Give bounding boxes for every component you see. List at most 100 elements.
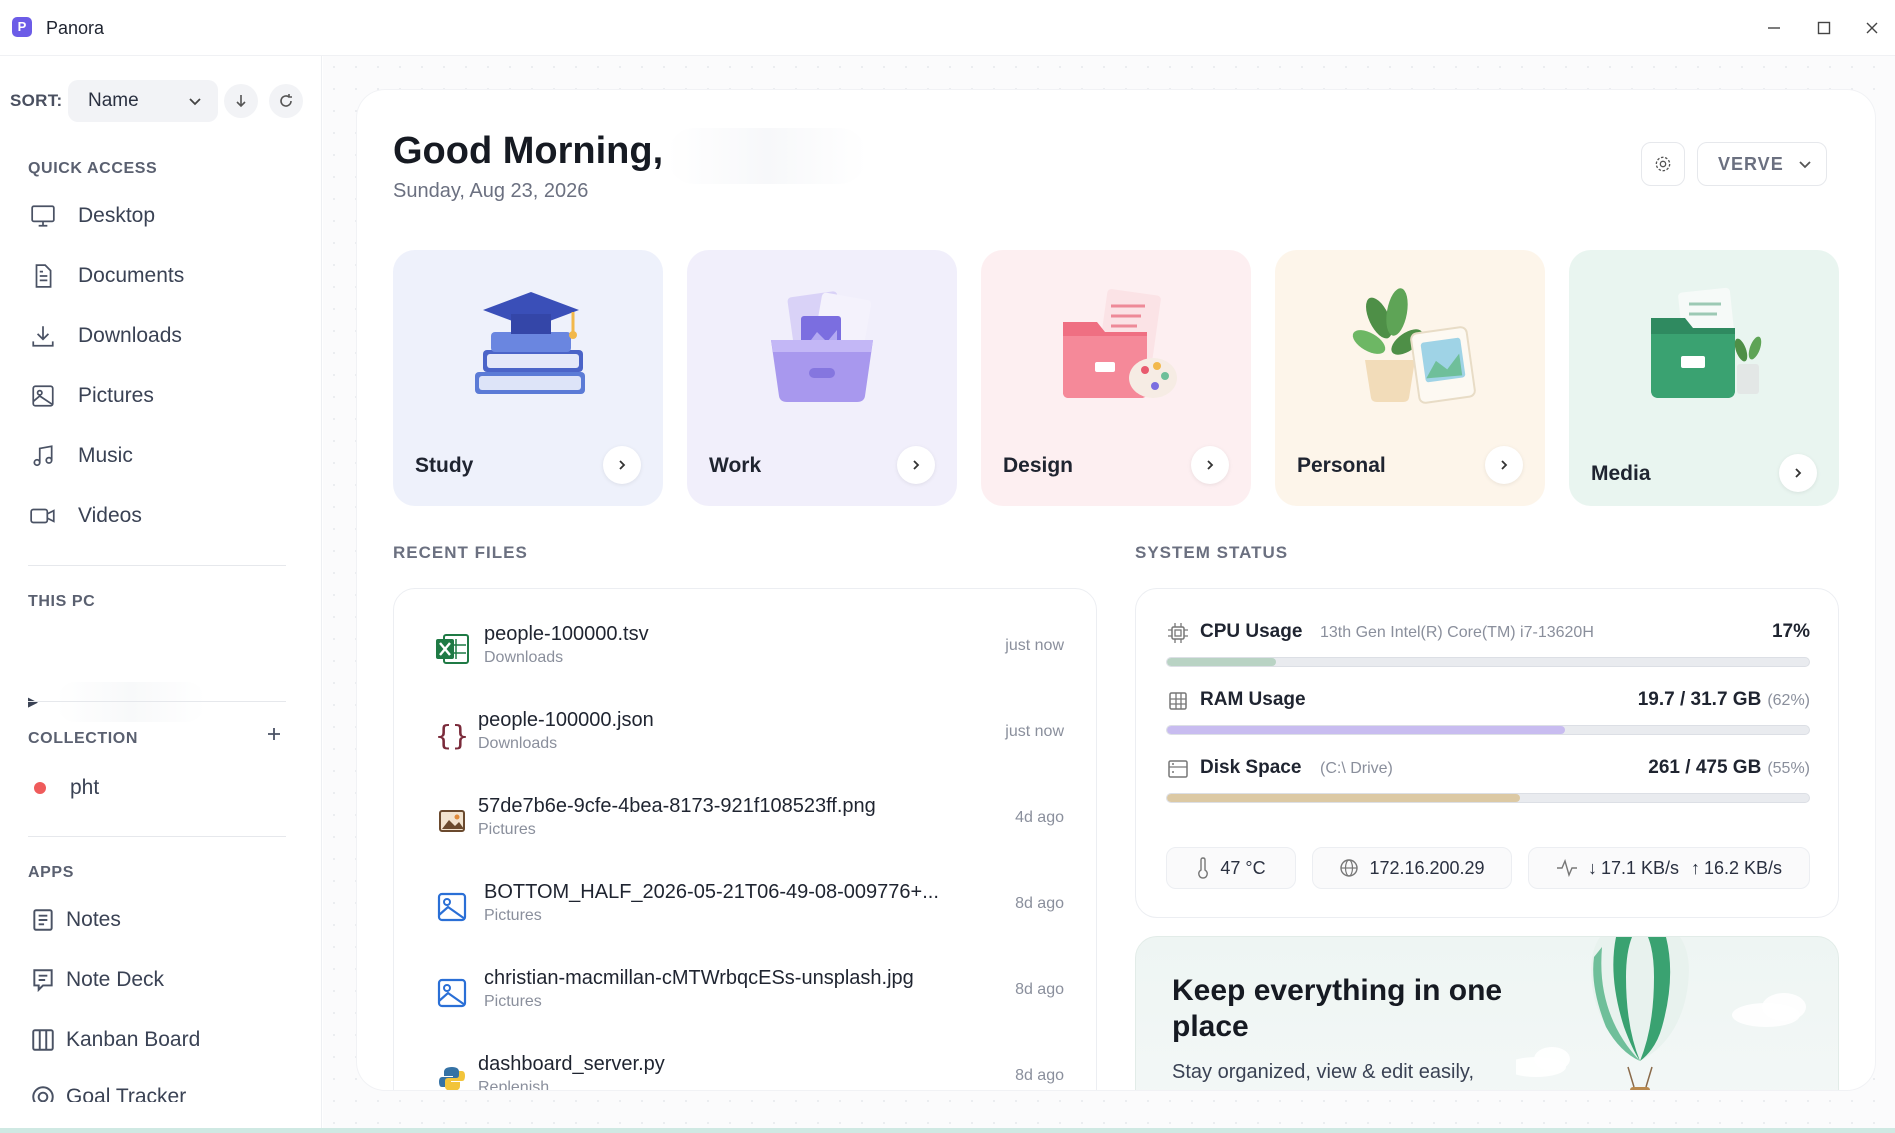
sidebar-item-music[interactable]: Music bbox=[28, 438, 133, 474]
this-pc-drive[interactable]: ▶ bbox=[28, 682, 206, 722]
sidebar-item-label: Music bbox=[78, 444, 133, 467]
promo-subtitle: Stay organized, view & edit easily, bbox=[1172, 1061, 1475, 1083]
minimize-button[interactable] bbox=[1760, 14, 1788, 42]
sort-direction-button[interactable] bbox=[224, 84, 258, 118]
app-logo: P bbox=[12, 17, 32, 37]
cpu-value: 17% bbox=[1771, 621, 1810, 642]
file-location: Pictures bbox=[478, 821, 536, 838]
sidebar-item-label: Documents bbox=[78, 264, 185, 287]
file-location: Downloads bbox=[484, 649, 564, 666]
refresh-icon bbox=[280, 94, 292, 107]
settings-button[interactable] bbox=[1641, 142, 1685, 186]
file-location: Replenish bbox=[478, 1079, 550, 1090]
sort-select[interactable]: Name bbox=[68, 80, 218, 122]
excel-icon bbox=[434, 631, 470, 667]
app-item-kanban-board[interactable]: Kanban Board bbox=[28, 1022, 200, 1058]
globe-icon bbox=[1339, 858, 1359, 878]
file-time: just now bbox=[1005, 723, 1064, 740]
greeting: Good Morning, bbox=[393, 130, 664, 172]
app-item-goal-tracker[interactable]: Goal Tracker bbox=[28, 1082, 186, 1102]
app-item-label: Goal Tracker bbox=[66, 1085, 187, 1102]
disk-progress-fill bbox=[1167, 794, 1521, 802]
category-card-study[interactable]: Study bbox=[393, 250, 663, 506]
note-deck-icon bbox=[28, 965, 58, 995]
file-row[interactable]: christian-macmillan-cMTWrbqcESs-unsplash… bbox=[434, 963, 1064, 1023]
disk-label: Disk Space bbox=[1200, 757, 1302, 778]
category-card-media[interactable]: Media bbox=[1569, 250, 1839, 506]
chevron-down-icon bbox=[189, 98, 201, 106]
chevron-right-icon bbox=[619, 460, 626, 470]
sidebar-item-label: Pictures bbox=[78, 384, 154, 407]
divider bbox=[28, 701, 286, 702]
file-location: Pictures bbox=[484, 907, 542, 924]
arrow-down-icon bbox=[236, 95, 246, 108]
sidebar-item-pictures[interactable]: Pictures bbox=[28, 378, 154, 414]
category-open-button[interactable] bbox=[603, 446, 641, 484]
sidebar-item-downloads[interactable]: Downloads bbox=[28, 318, 182, 354]
sidebar-item-videos[interactable]: Videos bbox=[28, 498, 142, 534]
file-name: 57de7b6e-9cfe-4bea-8173-921f108523ff.png bbox=[478, 795, 876, 817]
arrow-down-icon: ↓ bbox=[1587, 857, 1597, 878]
graduation-books-icon bbox=[475, 292, 585, 394]
thermometer-icon bbox=[1196, 857, 1210, 879]
work-box-icon bbox=[771, 291, 873, 402]
category-open-button[interactable] bbox=[897, 446, 935, 484]
sidebar-item-desktop[interactable]: Desktop bbox=[28, 198, 155, 234]
file-row[interactable]: people-100000.tsv Downloads just now bbox=[434, 619, 1064, 679]
category-card-work[interactable]: Work bbox=[687, 250, 957, 506]
refresh-button[interactable] bbox=[269, 84, 303, 118]
category-open-button[interactable] bbox=[1191, 446, 1229, 484]
divider bbox=[28, 836, 286, 837]
category-label: Media bbox=[1591, 462, 1651, 485]
sidebar-item-label: Downloads bbox=[78, 324, 182, 347]
maximize-icon bbox=[1817, 21, 1831, 35]
file-time: 8d ago bbox=[1015, 1067, 1064, 1084]
bottom-accent-line bbox=[0, 1128, 1895, 1133]
promo-title: Keep everything in one place bbox=[1172, 974, 1503, 1043]
temperature-value: 47 °C bbox=[1220, 857, 1266, 878]
video-icon bbox=[28, 501, 58, 531]
category-card-design[interactable]: Design bbox=[981, 250, 1251, 506]
category-card-personal[interactable]: Personal bbox=[1275, 250, 1545, 506]
add-collection-button[interactable] bbox=[262, 722, 286, 746]
sidebar-item-documents[interactable]: Documents bbox=[28, 258, 184, 294]
promo-banner: Keep everything in one place Stay organi… bbox=[1135, 936, 1839, 1090]
gear-icon bbox=[1655, 156, 1671, 172]
category-label: Personal bbox=[1297, 454, 1386, 477]
document-icon bbox=[28, 261, 58, 291]
close-button[interactable] bbox=[1858, 14, 1886, 42]
chevron-right-icon bbox=[913, 460, 920, 470]
collection-item-pht[interactable]: pht bbox=[28, 770, 99, 806]
ram-usage-row: RAM Usage 19.7 / 31.7 GB (62%) bbox=[1166, 687, 1810, 747]
file-name: BOTTOM_HALF_2026-05-21T06-49-08-009776+.… bbox=[484, 881, 939, 903]
file-name: christian-macmillan-cMTWrbqcESs-unsplash… bbox=[484, 967, 914, 989]
category-label: Work bbox=[709, 454, 762, 477]
file-time: just now bbox=[1005, 637, 1064, 654]
file-name: dashboard_server.py bbox=[478, 1053, 665, 1075]
arrow-up-icon: ↑ bbox=[1691, 857, 1700, 878]
category-open-button[interactable] bbox=[1485, 446, 1523, 484]
app-item-note-deck[interactable]: Note Deck bbox=[28, 962, 164, 998]
file-row[interactable]: {} people-100000.json Downloads just now bbox=[434, 705, 1064, 765]
cpu-progress-fill bbox=[1167, 658, 1277, 666]
recent-files-list: people-100000.tsv Downloads just now {} … bbox=[393, 588, 1097, 1090]
this-pc-title: THIS PC bbox=[28, 593, 96, 610]
image-icon bbox=[28, 381, 58, 411]
file-location: Downloads bbox=[478, 735, 558, 752]
app-title: Panora bbox=[46, 18, 105, 38]
category-open-button[interactable] bbox=[1779, 454, 1817, 492]
ram-label: RAM Usage bbox=[1200, 689, 1306, 710]
png-icon bbox=[434, 803, 470, 839]
maximize-button[interactable] bbox=[1810, 14, 1838, 42]
file-row[interactable]: 57de7b6e-9cfe-4bea-8173-921f108523ff.png… bbox=[434, 791, 1064, 851]
plant-photo-icon bbox=[1352, 288, 1476, 404]
ram-progress-bar bbox=[1166, 725, 1810, 735]
file-time: 8d ago bbox=[1015, 981, 1064, 998]
theme-select[interactable]: VERVE bbox=[1697, 142, 1827, 186]
file-row[interactable]: dashboard_server.py Replenish 8d ago bbox=[434, 1049, 1064, 1090]
file-row[interactable]: BOTTOM_HALF_2026-05-21T06-49-08-009776+.… bbox=[434, 877, 1064, 937]
music-icon bbox=[28, 441, 58, 471]
collection-color-dot bbox=[34, 782, 46, 794]
app-item-notes[interactable]: Notes bbox=[28, 902, 121, 938]
download-icon bbox=[28, 321, 58, 351]
